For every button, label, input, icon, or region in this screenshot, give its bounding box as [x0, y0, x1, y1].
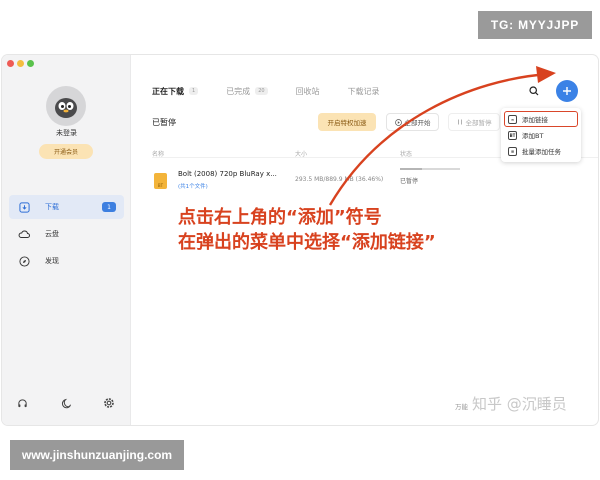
tab-label: 正在下载	[152, 86, 184, 96]
sidebar-item-discover[interactable]: 发现	[9, 249, 124, 273]
torrent-file-icon: BT	[154, 173, 167, 189]
annotation-text: 点击右上角的“添加”符号 在弹出的菜单中选择“添加链接”	[178, 205, 436, 255]
zhihu-watermark: 知乎 @沉睡员	[472, 395, 567, 413]
menu-item-label: 添加链接	[522, 116, 548, 124]
annotation-line-1: 点击右上角的“添加”符号	[178, 207, 382, 228]
menu-item-add-link[interactable]: ∞ 添加链接	[504, 111, 578, 127]
download-progress-fill	[400, 168, 422, 170]
gear-icon[interactable]	[102, 396, 116, 410]
file-name: Bolt (2008) 720p BluRay x...	[178, 170, 277, 178]
window-zoom-button[interactable]	[27, 60, 34, 67]
tab-recycle-bin[interactable]: 回收站	[296, 86, 320, 97]
link-icon: ∞	[508, 114, 517, 124]
file-size: 293.5 MB/889.9 MB (36.46%)	[295, 176, 384, 183]
sidebar-item-cloud[interactable]: 云盘	[9, 222, 124, 246]
tab-download-history[interactable]: 下载记录	[348, 86, 380, 97]
headset-icon[interactable]	[15, 396, 29, 410]
start-all-button[interactable]: 全部开始	[386, 113, 439, 131]
menu-item-batch-add[interactable]: ≡ 批量添加任务	[505, 144, 577, 158]
batch-icon: ≡	[508, 146, 517, 156]
search-icon	[529, 86, 539, 96]
search-button[interactable]	[527, 84, 541, 98]
sidebar-item-label: 发现	[45, 257, 59, 265]
plus-icon	[563, 87, 571, 95]
penguin-avatar-icon	[55, 98, 77, 118]
menu-item-add-bt[interactable]: BT 添加BT	[505, 128, 577, 142]
tab-label: 下载记录	[347, 86, 380, 96]
download-progress-bar	[400, 168, 460, 170]
tab-count-badge: 1	[189, 87, 199, 95]
pause-icon	[457, 119, 462, 125]
cloud-icon	[17, 227, 31, 241]
download-icon	[17, 200, 31, 214]
tab-count-badge: 20	[255, 87, 268, 95]
pause-all-button[interactable]: 全部暂停	[448, 113, 500, 131]
tab-bar: 正在下载 1 已完成 20 回收站 下载记录	[152, 83, 408, 99]
play-icon	[394, 118, 402, 126]
add-task-button[interactable]	[556, 80, 578, 102]
watermark-top: TG: MYYJJPP	[478, 11, 592, 39]
username[interactable]: 未登录	[2, 128, 131, 138]
annotation-line-2: 在弹出的菜单中选择“添加链接”	[178, 232, 436, 253]
file-count-link[interactable]: (共1个文件)	[178, 182, 208, 190]
window-minimize-button[interactable]	[17, 60, 24, 67]
sidebar-item-label: 下载	[45, 203, 59, 211]
download-count-badge: 1	[102, 202, 116, 212]
menu-item-label: 添加BT	[522, 132, 544, 140]
sidebar-item-label: 云盘	[45, 230, 59, 238]
section-title: 已暂停	[152, 118, 176, 127]
add-menu: ∞ 添加链接 BT 添加BT ≡ 批量添加任务	[501, 108, 581, 162]
open-vip-button[interactable]: 开通会员	[39, 144, 93, 159]
menu-item-label: 批量添加任务	[522, 148, 561, 156]
tab-label: 已完成	[226, 86, 251, 96]
pause-all-label: 全部暂停	[465, 119, 492, 127]
tab-downloading[interactable]: 正在下载 1	[152, 86, 199, 97]
file-status: 已暂停	[400, 178, 419, 185]
footer-text: 万能	[455, 403, 468, 411]
bt-icon: BT	[508, 130, 517, 140]
window-close-button[interactable]	[7, 60, 14, 67]
sidebar: 未登录 开通会员 下载 1 云盘 发现	[2, 55, 131, 425]
tab-label: 回收站	[295, 86, 320, 96]
avatar[interactable]	[46, 86, 86, 126]
compass-icon	[17, 254, 31, 268]
privilege-accelerate-button[interactable]: 开启特权加速	[318, 113, 376, 131]
start-all-label: 全部开始	[404, 119, 431, 127]
sidebar-item-download[interactable]: 下载 1	[9, 195, 124, 219]
watermark-bottom: www.jinshunzuanjing.com	[10, 440, 184, 470]
moon-icon[interactable]	[59, 396, 73, 410]
tab-completed[interactable]: 已完成 20	[226, 86, 268, 97]
